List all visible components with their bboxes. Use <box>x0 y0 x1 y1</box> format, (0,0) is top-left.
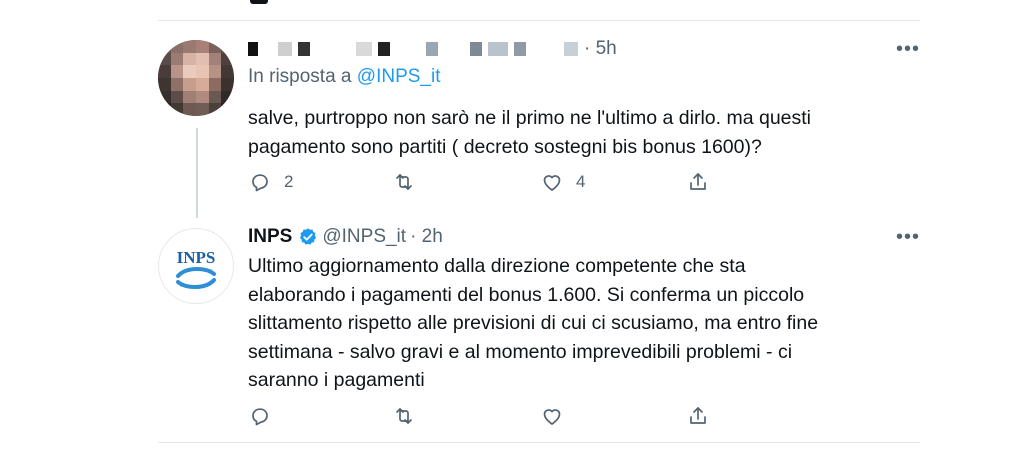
inps-text: Ultimo aggiornamento dalla direzione com… <box>248 252 908 395</box>
avatar[interactable] <box>158 40 234 116</box>
cropped-previous-text <box>250 0 268 4</box>
reply-count: 2 <box>284 172 294 191</box>
replying-to-label: In risposta a <box>248 66 352 87</box>
redacted-handle <box>514 42 526 56</box>
redacted-name <box>378 42 390 56</box>
divider-top <box>158 20 920 21</box>
reply-tweet[interactable]: · 5h ••• In risposta a @INPS_it salve, p… <box>158 24 920 214</box>
reply-button[interactable] <box>248 404 272 428</box>
inps-text-line: Ultimo aggiornamento dalla direzione com… <box>248 255 746 277</box>
reply-actions: 2 4 <box>248 170 728 196</box>
share-button[interactable] <box>686 404 710 428</box>
thread-line <box>196 128 198 218</box>
inps-text-line: elaborando i pagamenti del bonus 1.600. … <box>248 283 805 306</box>
inps-handle[interactable]: @INPS_it <box>322 226 406 248</box>
replying-to: In risposta a @INPS_it <box>248 66 440 88</box>
inps-text-line: slittamento rispetto alle previsioni di … <box>248 312 819 334</box>
share-button[interactable] <box>686 170 710 194</box>
share-icon <box>690 407 706 424</box>
retweet-icon <box>396 174 412 190</box>
redacted-name <box>278 42 292 56</box>
retweet-button[interactable] <box>392 170 416 194</box>
divider-bottom <box>158 442 920 443</box>
retweet-button[interactable] <box>392 404 416 428</box>
reply-header: · 5h <box>248 38 617 60</box>
retweet-icon <box>396 408 412 424</box>
share-icon <box>690 173 706 190</box>
reply-time[interactable]: · 5h <box>584 38 617 60</box>
like-icon <box>543 175 561 191</box>
like-icon <box>543 409 561 425</box>
more-icon[interactable]: ••• <box>896 38 920 61</box>
reply-icon <box>252 174 268 192</box>
redacted-name <box>356 42 372 56</box>
like-count: 4 <box>576 172 586 191</box>
more-icon[interactable]: ••• <box>896 226 920 249</box>
redacted-name <box>248 42 258 56</box>
reply-icon <box>252 408 268 426</box>
inps-text-line: saranno i pagamenti <box>248 369 425 391</box>
reply-text-line: salve, purtroppo non sarò ne il primo ne… <box>248 107 812 129</box>
replying-to-handle-link[interactable]: @INPS_it <box>357 66 441 87</box>
inps-text-line: settimana - salvo gravi e al momento imp… <box>248 340 793 363</box>
reply-text: salve, purtroppo non sarò ne il primo ne… <box>248 104 888 161</box>
redacted-handle <box>488 42 508 56</box>
inps-header: INPS @INPS_it · 2h <box>248 226 443 248</box>
reply-text-line: pagamento sono partiti ( decreto sostegn… <box>248 135 762 158</box>
inps-time[interactable]: · 2h <box>410 226 443 248</box>
like-button[interactable]: 4 <box>540 170 585 194</box>
verified-badge-icon <box>300 228 317 245</box>
redacted-name <box>298 42 310 56</box>
inps-logo-icon: INPS <box>176 248 216 289</box>
inps-name[interactable]: INPS <box>248 226 292 248</box>
inps-logo-text: INPS <box>177 248 216 267</box>
reply-button[interactable]: 2 <box>248 170 293 194</box>
like-button[interactable] <box>540 404 564 428</box>
redacted-handle <box>426 42 438 56</box>
redacted-handle <box>470 42 482 56</box>
inps-tweet[interactable]: INPS INPS @INPS_it · 2h ••• Ultimo aggio… <box>158 216 920 440</box>
inps-avatar[interactable]: INPS <box>158 228 234 304</box>
redacted-handle <box>564 42 578 56</box>
inps-actions <box>248 404 728 430</box>
